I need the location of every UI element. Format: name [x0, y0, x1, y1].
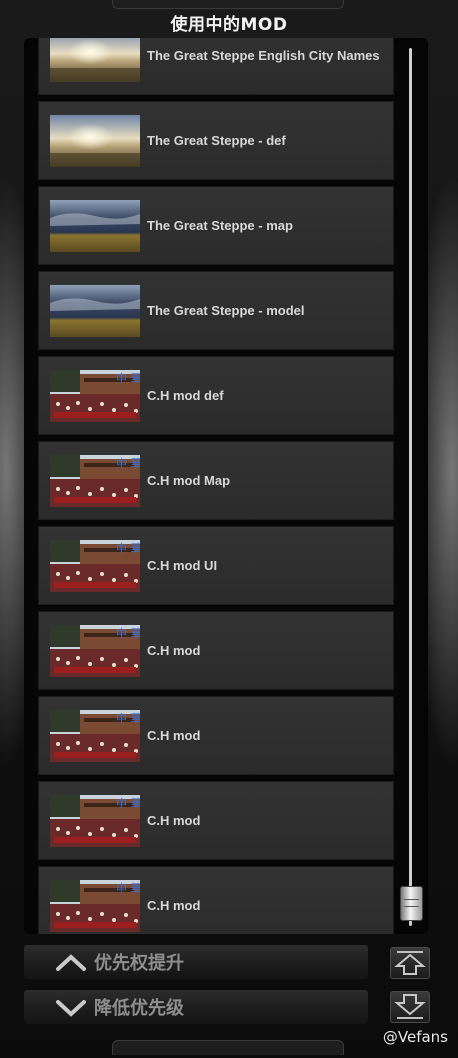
mod-list-item[interactable]: English City Names The Great Steppe Engli… [38, 38, 394, 95]
scrollbar-track[interactable] [409, 48, 412, 926]
mod-list-item[interactable]: 中 華 C.H mod [38, 696, 394, 775]
mod-thumbnail: 中 華 [50, 370, 140, 422]
mod-thumbnail [50, 200, 140, 252]
mod-list-item[interactable]: 中 華 C.H mod UI [38, 526, 394, 605]
svg-text:中 華: 中 華 [116, 542, 140, 555]
svg-text:中 華: 中 華 [116, 797, 140, 810]
scrollbar-thumb[interactable] [400, 886, 423, 921]
mod-list-item[interactable]: 中 華 C.H mod Map [38, 441, 394, 520]
mod-thumbnail: 中 華 [50, 625, 140, 677]
mod-thumbnail [50, 115, 140, 167]
mod-list-item[interactable]: 中 華 C.H mod def [38, 356, 394, 435]
mod-list-item[interactable]: 中 華 C.H mod [38, 866, 394, 934]
watermark: @Vefans [382, 1028, 448, 1046]
mod-name: C.H mod [147, 643, 201, 658]
mod-thumbnail: 中 華 [50, 880, 140, 932]
mod-list-item[interactable]: 中 華 C.H mod [38, 611, 394, 690]
raise-priority-label: 优先权提升 [94, 953, 184, 974]
mod-name: The Great Steppe - def [147, 133, 286, 148]
mod-thumbnail: 中 華 [50, 795, 140, 847]
raise-priority-button[interactable]: 优先权提升 [24, 945, 368, 979]
mod-thumbnail: 中 華 [50, 540, 140, 592]
mod-name: C.H mod def [147, 388, 224, 403]
lower-priority-button[interactable]: 降低优先级 [24, 990, 368, 1024]
top-tab [112, 0, 344, 9]
mod-name: C.H mod [147, 898, 201, 913]
svg-text:中 華: 中 華 [116, 712, 140, 725]
mod-name: C.H mod [147, 813, 201, 828]
svg-text:中 華: 中 華 [116, 457, 140, 470]
mod-name: C.H mod UI [147, 558, 218, 573]
chevron-up-icon [24, 945, 94, 979]
mod-name: The Great Steppe - map [147, 218, 293, 233]
bottom-tab [112, 1040, 344, 1055]
mod-thumbnail: 中 華 [50, 455, 140, 507]
mod-name: C.H mod Map [147, 473, 231, 488]
mod-panel: 使用中的MOD English City Names The Great Step… [0, 0, 458, 1058]
panel-title: 使用中的MOD [170, 15, 288, 35]
lower-priority-label: 降低优先级 [94, 998, 184, 1019]
svg-text:中 華: 中 華 [116, 627, 140, 640]
mod-thumbnail [50, 285, 140, 337]
svg-text:中 華: 中 華 [116, 882, 140, 895]
chevron-down-icon [24, 990, 94, 1024]
arrow-up-icon [394, 951, 426, 975]
svg-text:中 華: 中 華 [116, 372, 140, 385]
move-to-bottom-button[interactable] [390, 991, 430, 1023]
mod-list[interactable]: English City Names The Great Steppe Engli… [24, 38, 428, 934]
mod-list-item[interactable]: The Great Steppe - model [38, 271, 394, 350]
mod-name: C.H mod [147, 728, 201, 743]
mod-thumbnail: English City Names [50, 38, 140, 82]
mod-name: The Great Steppe English City Names [147, 48, 380, 63]
mod-name: The Great Steppe - model [147, 303, 305, 318]
mod-list-item[interactable]: 中 華 C.H mod [38, 781, 394, 860]
mod-thumbnail: 中 華 [50, 710, 140, 762]
move-to-top-button[interactable] [390, 947, 430, 979]
mod-list-inner: English City Names The Great Steppe Engli… [38, 38, 394, 934]
mod-list-item[interactable]: The Great Steppe - map [38, 186, 394, 265]
mod-list-item[interactable]: The Great Steppe - def [38, 101, 394, 180]
arrow-down-icon [394, 994, 426, 1019]
